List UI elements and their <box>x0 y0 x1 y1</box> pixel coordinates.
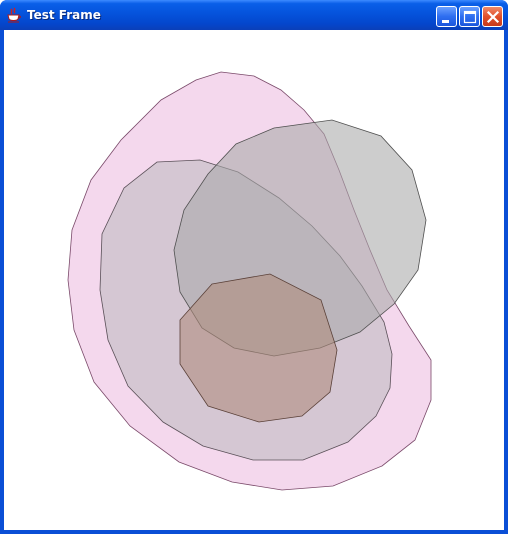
brown-blob <box>179 273 338 423</box>
maximize-button[interactable] <box>459 6 480 27</box>
window-title: Test Frame <box>27 8 101 22</box>
drawing-canvas[interactable] <box>4 30 504 530</box>
title-bar[interactable]: Test Frame <box>0 0 508 30</box>
close-icon <box>486 10 500 24</box>
maximize-icon <box>463 10 477 24</box>
close-button[interactable] <box>482 6 503 27</box>
shapes-area <box>67 71 432 491</box>
app-window: Test Frame <box>0 0 508 534</box>
minimize-icon <box>442 20 449 23</box>
minimize-button[interactable] <box>436 6 457 27</box>
java-cup-icon <box>7 7 21 23</box>
